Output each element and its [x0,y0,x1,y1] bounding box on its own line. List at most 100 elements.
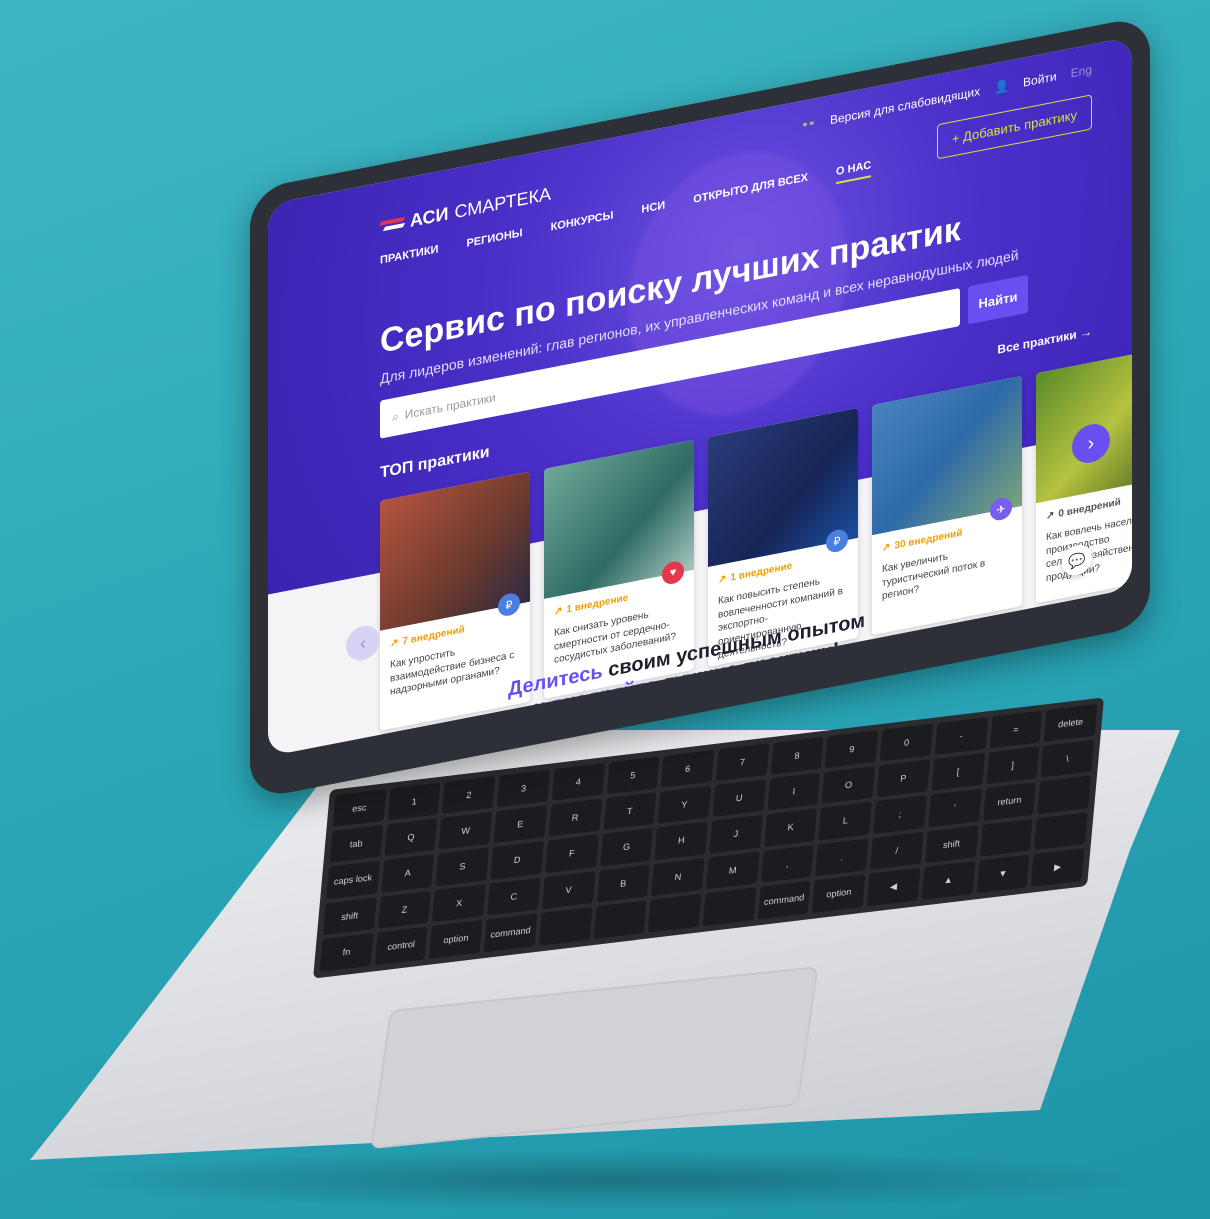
keyboard-key: G [599,828,654,867]
keyboard-key: F [545,834,599,873]
keyboard-key: O [821,766,876,805]
screen-bezel: 👓 Версия для слабовидящих 👤 Войти Eng + … [250,15,1150,800]
keyboard-key: Z [377,890,432,929]
keyboard-key: S [435,847,490,886]
keyboard-key: ▲ [921,860,976,900]
keyboard-key: D [490,841,544,880]
keyboard-key: I [767,772,821,811]
keyboard-key: ] [985,746,1040,785]
keyboard-key [702,887,757,927]
keyboard-key: [ [931,753,985,792]
carousel-prev-button[interactable]: ‹ [346,622,380,664]
keyboard-key [1034,811,1088,850]
keyboard-key: ; [873,795,927,834]
keyboard-key: option [812,873,866,913]
add-practice-button[interactable]: + Добавить практику [936,94,1092,160]
keyboard-key: N [651,857,705,896]
practice-card[interactable]: ✈ ↗ 30 внедрений Как увеличить туристиче… [872,375,1022,636]
laptop-shadow [60,1150,1160,1210]
keyboard-key: / [870,831,924,870]
implement-count: 1 внедрение [566,592,629,616]
keyboard-key: W [438,811,493,851]
search-placeholder: Искать практики [404,390,496,422]
slogan-pre-2: и [533,694,552,720]
keyboard-key: esc [332,789,387,828]
keyboard-key: command [757,880,811,920]
implement-icon: ↗ [1046,509,1055,523]
keyboard-key: X [432,883,486,922]
implement-count: 30 внедрений [894,527,963,552]
keyboard-key [979,818,1033,857]
nav-item-contests[interactable]: КОНКУРСЫ [551,209,614,239]
keyboard-key [647,893,702,933]
keyboard-key: = [989,710,1043,749]
chevron-right-icon: › [1087,431,1095,455]
keyboard-key: delete [1043,704,1098,743]
keyboard-key: L [818,802,873,841]
implement-icon: ↗ [390,637,399,650]
logo-smarteka: СМАРТЕКА [454,183,552,223]
keyboard-key: 7 [715,743,770,782]
user-icon: 👤 [994,78,1010,96]
login-link[interactable]: Войти [1023,69,1057,90]
chevron-left-icon: ‹ [360,631,366,654]
search-button[interactable]: Найти [968,274,1028,325]
nav-item-regions[interactable]: РЕГИОНЫ [466,227,522,256]
keyboard-key: \ [1040,739,1095,779]
nav-item-practices[interactable]: ПРАКТИКИ [380,243,438,272]
keyboard-key: 4 [551,762,606,801]
website-screen: 👓 Версия для слабовидящих 👤 Войти Eng + … [268,36,1132,757]
keyboard-key: return [982,782,1037,821]
keyboard-key: 6 [660,749,715,788]
lang-switch[interactable]: Eng [1071,62,1092,80]
implement-count: 1 внедрение [730,560,793,584]
glasses-icon: 👓 [801,115,816,133]
logo-asi: АСИ [410,203,449,231]
keyboard-key: ◀ [866,867,921,907]
implement-icon: ↗ [554,605,563,618]
keyboard-key: ' [928,789,982,828]
implement-icon: ↗ [718,573,727,587]
keyboard-key: 8 [770,736,824,775]
keyboard-key [538,906,593,946]
keyboard-key: 2 [442,776,496,815]
keyboard-key: shift [323,896,377,935]
keyboard-key: P [876,759,931,798]
keyboard-key: caps lock [326,861,380,900]
keyboard-key: command [483,913,538,953]
keyboard-key: Y [657,785,712,824]
keyboard-key [1037,775,1091,814]
keyboard-key: V [541,870,596,909]
chat-icon: 💬 [1068,550,1086,570]
keyboard-key: E [493,805,548,844]
scene: esc 1 2 3 4 5 6 7 8 9 0- = delete tab Q W E R T Y U I O P[] \ cap… [0,0,1210,1219]
all-practices-link[interactable]: Все практики → [997,324,1092,356]
laptop-lid: 👓 Версия для слабовидящих 👤 Войти Eng + … [250,0,1210,800]
keyboard-key: shift [924,824,979,863]
keyboard-key: 5 [606,756,660,795]
keyboard-key: K [763,808,818,847]
keyboard-key: 1 [387,782,441,821]
keyboard-key: 9 [825,730,879,769]
keyboard-key: H [654,821,708,860]
keyboard-key: . [815,838,869,877]
keyboard-key: tab [329,825,383,864]
keyboard-key: C [487,877,541,916]
keyboard-key: , [760,844,815,883]
keyboard-key: U [712,779,766,818]
keyboard-key: R [548,798,602,837]
keyboard-key: B [596,864,651,903]
keyboard-key: 3 [496,769,551,808]
keyboard-key: fn [319,932,374,972]
keyboard-key: T [602,792,657,831]
keyboard-key [593,900,647,940]
implement-icon: ↗ [882,541,891,555]
implement-count: 7 внедрений [402,624,465,648]
top-practices-heading: ТОП практики [380,443,490,482]
keyboard-key: ▶ [1030,847,1085,887]
search-icon: ⌕ [392,408,399,424]
logo-mark-icon [380,217,404,234]
keyboard-key: control [374,926,429,966]
keyboard-key: M [705,851,760,890]
nav-item-about[interactable]: О НАС [836,159,872,185]
